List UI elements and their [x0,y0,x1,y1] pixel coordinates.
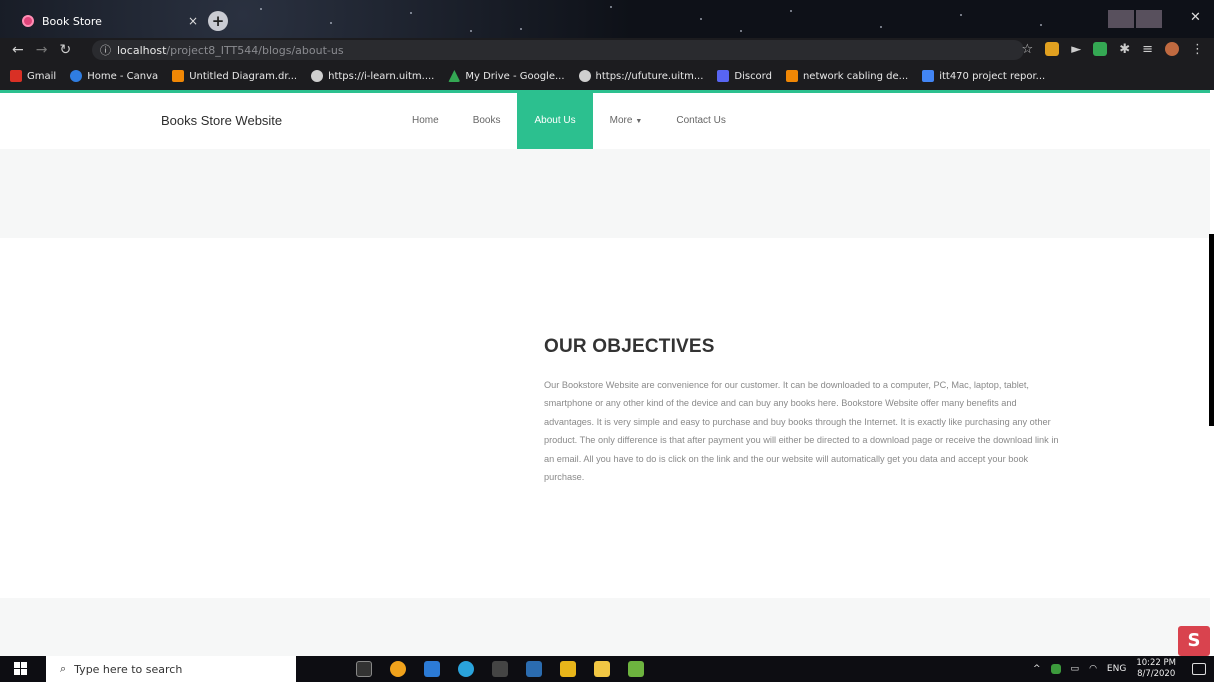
wifi-icon[interactable]: ◠ [1089,664,1097,674]
tab-close-icon[interactable]: × [188,14,198,28]
bookmark-ufuture[interactable]: https://ufuture.uitm... [578,70,703,82]
taskbar-search-input[interactable]: ⌕ Type here to search [46,656,296,682]
info-icon: ⓘ [100,44,111,57]
profile-avatar[interactable] [1165,42,1179,56]
menu-kebab-icon[interactable]: ⋮ [1191,42,1204,57]
address-bar[interactable]: ⓘ localhost /project8_ITT544/blogs/about… [92,40,1024,60]
bookmark-gmail[interactable]: Gmail [10,70,56,82]
tray-app-icon[interactable] [1050,664,1061,674]
media-queue-icon[interactable]: ≡ [1142,42,1153,57]
language-indicator[interactable]: ENG [1107,664,1126,674]
telegram-icon[interactable] [458,661,474,677]
new-tab-button[interactable]: + [208,11,228,31]
search-placeholder: Type here to search [74,662,183,676]
hero-band [0,149,1210,238]
drawio-icon [785,70,798,82]
bookmark-star-icon[interactable]: ☆ [1022,42,1034,57]
extensions-puzzle-icon[interactable]: ✱ [1119,42,1130,57]
maximize-button[interactable] [1136,10,1162,28]
google-drive-icon [448,70,461,82]
caret-down-icon: ▼ [635,118,643,125]
clock-time: 10:22 PM [1136,658,1176,668]
scrollbar[interactable] [1209,234,1214,426]
browser-toolbar: ← → ↻ ⓘ localhost /project8_ITT544/blogs… [0,38,1214,62]
search-icon: ⌕ [60,662,67,675]
extension-icon[interactable] [1045,42,1060,56]
nav-about-us[interactable]: About Us [517,93,593,149]
bookmark-discord[interactable]: Discord [717,70,772,82]
site-brand[interactable]: Books Store Website [161,113,282,128]
battery-icon[interactable]: ▭ [1071,664,1080,674]
google-docs-icon [922,70,935,82]
objectives-text: Our Bookstore Website are convenience fo… [544,380,1059,483]
terminal-icon[interactable] [492,661,508,677]
reload-icon[interactable]: ↻ [59,42,71,58]
url-path: /project8_ITT544/blogs/about-us [166,43,344,57]
bookmark-canva[interactable]: Home - Canva [70,70,158,82]
windows-taskbar: ⌕ Type here to search ^ ▭ ◠ ENG 10:22 PM… [0,656,1214,682]
notepad-icon[interactable] [628,661,644,677]
discord-icon [717,70,730,82]
site-favicon-icon [22,15,34,27]
objectives-section: OUR OBJECTIVES Our Bookstore Website are… [544,336,1064,486]
globe-icon [311,70,324,82]
nav-contact-us[interactable]: Contact Us [659,93,742,149]
sheets-extension-icon[interactable] [1093,42,1108,56]
floating-widget-icon[interactable]: S [1178,626,1210,656]
task-view-icon[interactable] [356,661,372,677]
canva-icon [70,70,83,82]
site-header: Books Store Website Home Books About Us … [0,90,1210,149]
tab-book-store[interactable]: Book Store × [18,8,228,34]
footer-band [0,598,1210,656]
forward-arrow-icon[interactable]: → [36,42,48,58]
bookmark-network-cabling[interactable]: network cabling de... [785,70,908,82]
clock-date: 8/7/2020 [1137,669,1176,679]
windows-start-icon[interactable] [14,662,28,676]
nav-home[interactable]: Home [395,93,456,149]
folder-icon[interactable] [594,661,610,677]
objectives-title: OUR OBJECTIVES [544,336,715,357]
file-explorer-icon[interactable] [526,661,542,677]
tab-title: Book Store [42,14,102,28]
bookmark-diagram[interactable]: Untitled Diagram.dr... [172,70,297,82]
bookmark-ilearn[interactable]: https://i-learn.uitm.... [311,70,434,82]
drawio-icon [172,70,185,82]
clock[interactable]: 10:22 PM 8/7/2020 [1136,658,1176,680]
minimize-button[interactable] [1108,10,1134,28]
bookmark-drive[interactable]: My Drive - Google... [448,70,565,82]
nav-books[interactable]: Books [456,93,518,149]
notification-center-icon[interactable] [1192,663,1206,675]
site-nav: Home Books About Us More ▼ Contact Us [395,93,743,149]
browser-titlebar: Book Store × + ✕ [0,0,1214,38]
close-window-button[interactable]: ✕ [1190,10,1201,25]
sticky-notes-icon[interactable] [560,661,576,677]
globe-icon [578,70,591,82]
nav-more-dropdown[interactable]: More ▼ [593,93,660,149]
bookmarks-bar: Gmail Home - Canva Untitled Diagram.dr..… [0,62,1214,90]
app-icon-blue[interactable] [424,661,440,677]
tray-expand-icon[interactable]: ^ [1033,664,1041,674]
url-host: localhost [117,43,167,57]
back-arrow-icon[interactable]: ← [12,42,24,58]
gmail-icon [10,70,22,82]
nav-more-label: More [609,115,633,126]
bookmark-itt470[interactable]: itt470 project repor... [922,70,1045,82]
extension-arrow-icon[interactable]: ► [1071,42,1081,57]
chrome-icon[interactable] [390,661,406,677]
